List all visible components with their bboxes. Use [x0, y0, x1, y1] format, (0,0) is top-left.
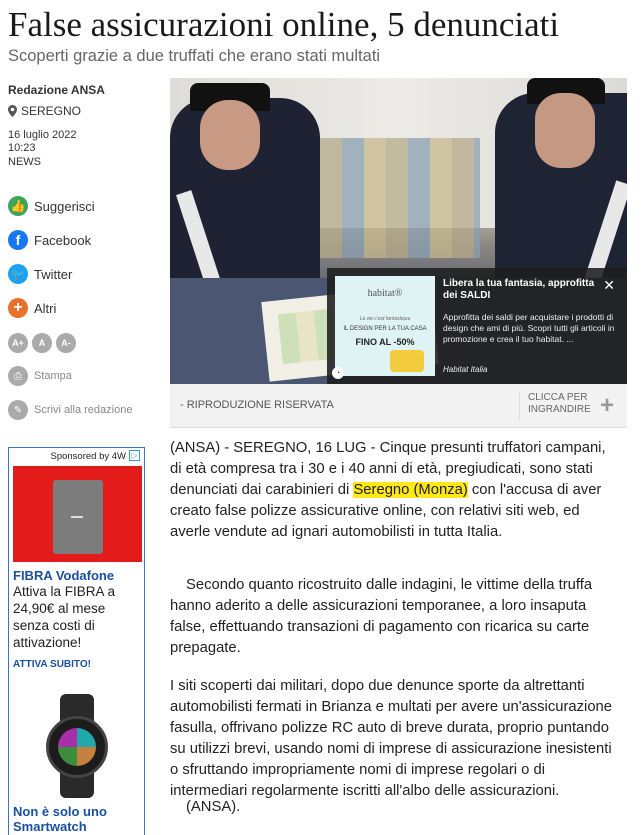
suggest-button[interactable]: 👍 Suggerisci	[8, 196, 95, 216]
ad-title[interactable]: Libera la tua fantasia, approfitta dei S…	[443, 278, 603, 302]
print-label: Stampa	[34, 370, 72, 382]
overlay-ad[interactable]: habitat® La vie c'est fantastique IL DES…	[327, 268, 627, 384]
page-subtitle: Scoperti grazie a due truffati che erano…	[8, 47, 381, 65]
ad-heading-2[interactable]: Non è solo uno Smartwatch	[9, 798, 144, 834]
font-size-controls: A+ A A-	[8, 333, 76, 353]
print-button[interactable]: ⎙ Stampa	[8, 366, 72, 386]
suggest-label: Suggerisci	[34, 198, 95, 214]
plus-icon: +	[8, 298, 28, 318]
write-label: Scrivi alla redazione	[34, 404, 133, 416]
article-meta: Redazione ANSA SEREGNO 16 luglio 2022 10…	[8, 82, 146, 168]
photo-caption: - RIPRODUZIONE RISERVATA	[180, 399, 334, 411]
printer-icon: ⎙	[8, 366, 28, 386]
font-increase-button[interactable]: A+	[8, 333, 28, 353]
more-share-button[interactable]: + Altri	[8, 298, 56, 318]
ad-image[interactable]: habitat® La vie c'est fantastique IL DES…	[335, 276, 435, 376]
article-paragraph-2: Secondo quanto ricostruito dalle indagin…	[170, 577, 593, 656]
ad-info-icon[interactable]: ▷	[129, 450, 140, 461]
more-label: Altri	[34, 300, 57, 316]
author[interactable]: Redazione ANSA	[8, 82, 146, 98]
twitter-icon: 🐦	[8, 264, 28, 284]
ad-tagline: La vie c'est fantastique	[359, 316, 411, 322]
photo-caption-bar: - RIPRODUZIONE RISERVATA CLICCA PER INGR…	[170, 384, 627, 428]
router-image[interactable]	[13, 466, 142, 562]
facebook-share-button[interactable]: f Facebook	[8, 230, 91, 250]
sponsor-label: Sponsored by 4W ▷	[9, 448, 144, 464]
page-title: False assicurazioni online, 5 denunciati	[8, 5, 560, 44]
ad-cta-link[interactable]: ATTIVA SUBITO!	[9, 651, 144, 670]
article-paragraph-1: (ANSA) - SEREGNO, 16 LUG - Cinque presun…	[170, 440, 606, 540]
ad-discount: FINO AL -50%	[355, 337, 415, 347]
habitat-logo: habitat®	[367, 288, 403, 299]
sidebar-ad[interactable]: Sponsored by 4W ▷ FIBRA Vodafone Attiva …	[8, 447, 145, 835]
ad-choices-icon[interactable]: ◔	[332, 367, 344, 379]
facebook-label: Facebook	[34, 232, 92, 248]
facebook-icon: f	[8, 230, 28, 250]
highlighted-place: Seregno (Monza)	[353, 482, 468, 498]
publish-date: 16 luglio 2022	[8, 129, 77, 141]
enlarge-plus-icon[interactable]: +	[600, 392, 614, 420]
publish-time: 10:23	[8, 142, 36, 154]
write-editor-button[interactable]: ✎ Scrivi alla redazione	[8, 400, 132, 420]
pencil-icon: ✎	[8, 400, 28, 420]
ad-text: Attiva la FIBRA a 24,90€ al mese senza c…	[13, 584, 116, 650]
close-icon[interactable]: ✕	[603, 277, 615, 294]
sponsor-text: Sponsored by 4W	[50, 451, 126, 462]
twitter-label: Twitter	[34, 266, 73, 282]
map-pin-icon	[8, 105, 17, 117]
ad-tagline-2: IL DESIGN PER LA TUA CASA	[343, 326, 427, 332]
ad-heading[interactable]: FIBRA Vodafone	[9, 562, 144, 583]
smartwatch-image[interactable]	[42, 694, 112, 798]
chair-image	[390, 350, 424, 372]
category: NEWS	[8, 156, 41, 168]
font-decrease-button[interactable]: A-	[56, 333, 76, 353]
ad-body: Approfitta dei saldi per acquistare i pr…	[443, 312, 615, 344]
zoom-label[interactable]: CLICCA PER INGRANDIRE	[528, 392, 600, 416]
ad-brand: Habitat Italia	[443, 365, 488, 374]
location: SEREGNO	[8, 104, 146, 118]
twitter-share-button[interactable]: 🐦 Twitter	[8, 264, 72, 284]
location-label: SEREGNO	[21, 104, 82, 118]
article-paragraph-4: (ANSA).	[186, 799, 241, 815]
article-paragraph-3: I siti scoperti dai militari, dopo due d…	[170, 678, 613, 799]
thumbs-up-icon: 👍	[8, 196, 28, 216]
font-reset-button[interactable]: A	[32, 333, 52, 353]
